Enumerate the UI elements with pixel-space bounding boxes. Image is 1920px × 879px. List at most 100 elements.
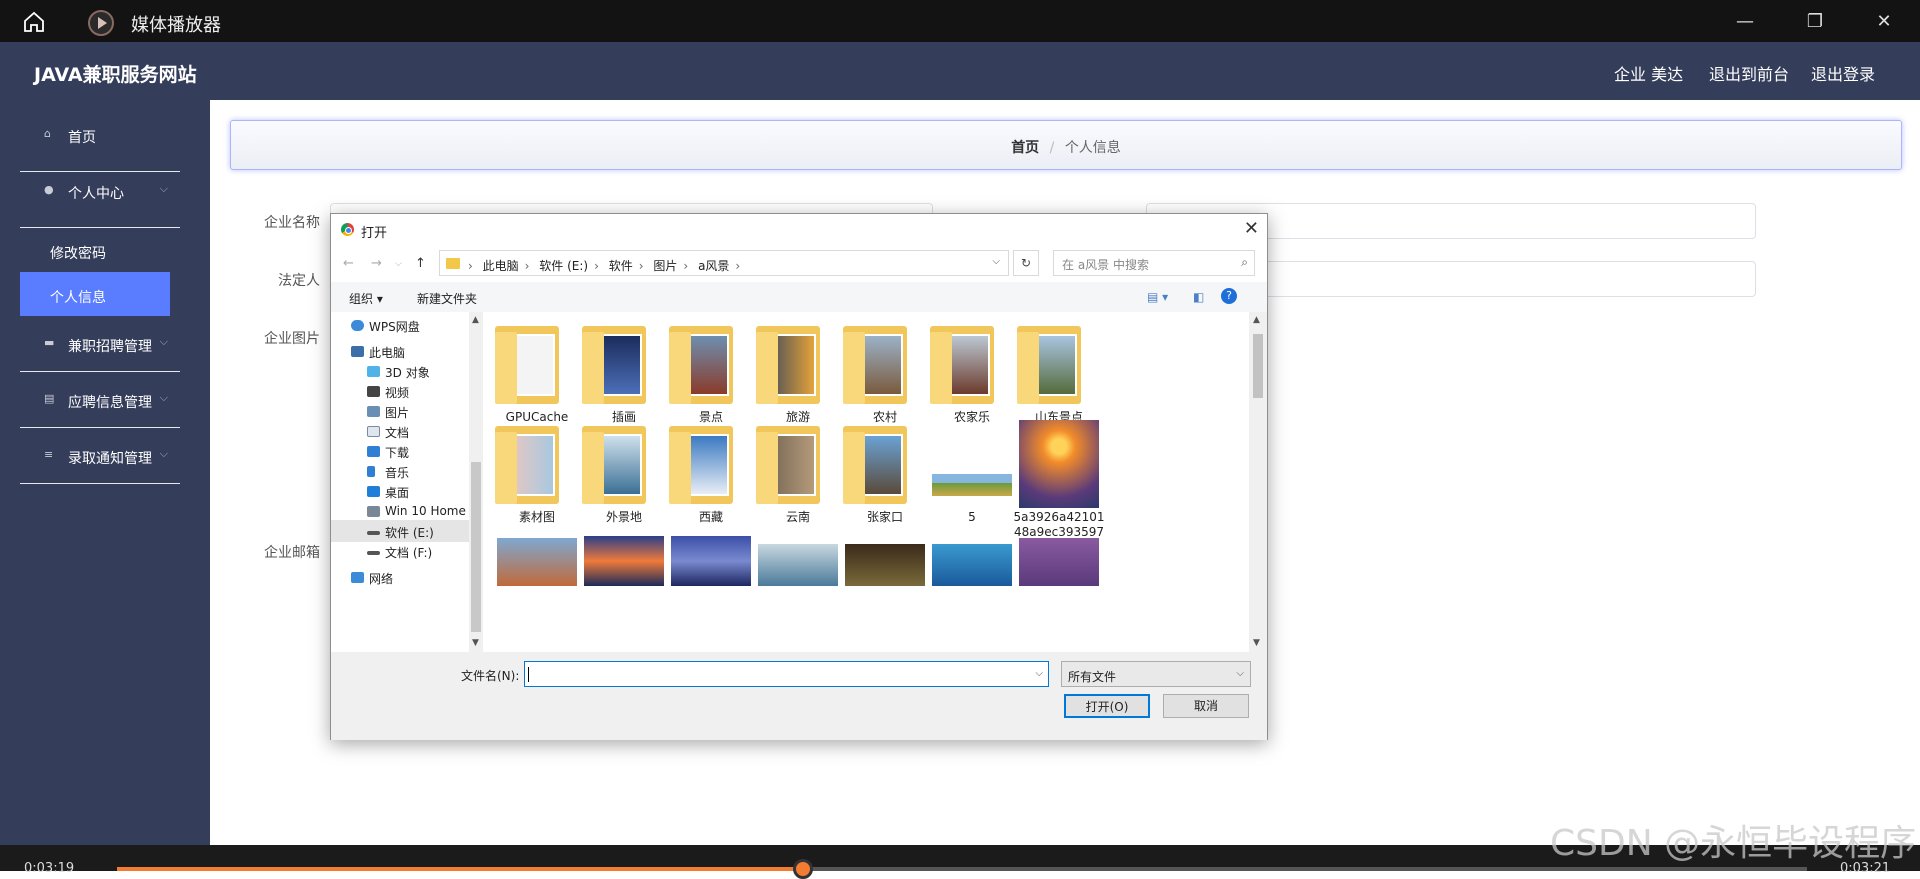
home-icon[interactable] [22,10,46,34]
preview-pane-icon[interactable]: ◧ [1193,290,1204,304]
picture-icon [367,406,380,417]
company-name-label: 企业名称 [264,215,320,231]
tree-item-label: 音乐 [385,466,410,480]
progress-handle[interactable] [793,859,814,879]
chevron-down-icon[interactable]: ⌵ [992,256,1000,267]
help-icon[interactable]: ? [1221,288,1237,304]
search-icon: ⌕ [1241,255,1248,269]
tree-item-videos[interactable]: 视频 [331,380,469,402]
tree-item-drive-e[interactable]: 软件 (E:) [331,520,469,542]
recent-locations-icon[interactable]: ⌵ [395,259,402,269]
sidebar-item-job-management[interactable]: ▬ 兼职招聘管理 ⌵ [20,317,180,372]
tree-item-music[interactable]: 音乐 [331,460,469,482]
image-thumbnail[interactable] [497,538,577,586]
forward-arrow-icon[interactable]: → [371,256,382,271]
scroll-up-icon[interactable]: ▲ [472,315,479,325]
cancel-button[interactable]: 取消 [1163,694,1249,718]
tree-item-network[interactable]: 网络 [331,566,469,588]
file-item[interactable]: 西藏 [663,416,759,534]
new-folder-button[interactable]: 新建文件夹 [417,290,477,307]
file-item[interactable]: 5 [924,416,1020,534]
file-item[interactable]: 素材图 [489,416,585,534]
scroll-down-icon[interactable]: ▼ [1253,638,1260,648]
breadcrumb-current: 个人信息 [1064,140,1121,156]
tree-item-wps-cloud[interactable]: WPS网盘 [331,314,469,336]
logout-link[interactable]: 退出登录 [1811,61,1875,85]
tree-item-this-pc[interactable]: 此电脑 [331,340,469,362]
media-player-logo-icon [88,10,114,36]
file-item[interactable]: 外景地 [576,416,672,534]
filename-input[interactable]: ⌵ [524,661,1049,687]
progress-track[interactable] [117,859,1807,879]
scrollbar-thumb[interactable] [471,462,481,632]
search-placeholder: 在 a风景 中搜索 [1062,258,1149,272]
tree-scrollbar[interactable]: ▲ ▼ [469,312,483,652]
close-icon[interactable]: ✕ [1874,12,1894,32]
address-segment[interactable]: 图片 [653,259,677,273]
close-icon[interactable]: ✕ [1244,218,1259,239]
image-thumbnail[interactable] [671,536,751,586]
briefcase-icon: ▬ [44,336,55,349]
tree-item-3d-objects[interactable]: 3D 对象 [331,360,469,382]
back-arrow-icon[interactable]: ← [343,256,354,271]
minimize-icon[interactable]: — [1735,12,1755,32]
dialog-titlebar: 打开 ✕ [331,214,1267,244]
tree-item-desktop[interactable]: 桌面 [331,480,469,502]
sidebar: ⌂ 首页 ● 个人中心 ⌵ 修改密码 个人信息 ▬ 兼职招聘管理 ⌵ ▤ 应聘信… [0,100,210,845]
scroll-up-icon[interactable]: ▲ [1253,315,1260,325]
clipboard-icon: ▤ [44,392,55,405]
sidebar-item-application-management[interactable]: ▤ 应聘信息管理 ⌵ [20,373,180,428]
file-item[interactable]: 张家口 [837,416,933,534]
sidebar-subitem-personal-info[interactable]: 个人信息 [20,272,170,316]
file-name: 张家口 [866,510,903,524]
scrollbar-thumb[interactable] [1253,334,1263,398]
site-logo: JAVA兼职服务网站 [34,64,197,86]
image-thumbnail [1019,420,1099,508]
breadcrumb: 首页 / 个人信息 [230,120,1902,170]
image-thumbnail[interactable] [932,544,1012,586]
up-arrow-icon[interactable]: ↑ [415,256,426,271]
image-thumbnail[interactable] [758,544,838,586]
download-icon [367,446,380,457]
file-grid-scrollbar[interactable]: ▲ ▼ [1249,312,1267,652]
sidebar-subitem-change-password[interactable]: 修改密码 [20,228,170,272]
media-player-title: 媒体播放器 [131,15,221,36]
image-thumbnail[interactable] [845,544,925,586]
filetype-select[interactable]: 所有文件 ⌵ [1061,661,1251,687]
tree-item-downloads[interactable]: 下载 [331,440,469,462]
address-segment[interactable]: a风景 [698,259,729,273]
tree-item-label: 文档 [385,426,410,440]
tree-item-documents[interactable]: 文档 [331,420,469,442]
file-item[interactable]: 云南 [750,416,846,534]
address-segment[interactable]: 此电脑 [483,259,519,273]
tree-item-drive-f[interactable]: 文档 (F:) [331,540,469,562]
folder-icon [756,326,820,404]
user-name-link[interactable]: 企业 美达 [1614,61,1683,85]
search-input[interactable]: 在 a风景 中搜索 ⌕ [1053,250,1255,276]
scroll-down-icon[interactable]: ▼ [472,638,479,648]
image-thumbnail[interactable] [1019,538,1099,586]
home-icon: ⌂ [44,127,51,140]
sidebar-item-home[interactable]: ⌂ 首页 [20,108,180,163]
back-to-frontend-link[interactable]: 退出到前台 [1709,61,1789,85]
music-icon [367,466,375,477]
refresh-button[interactable]: ↻ [1013,250,1039,276]
open-button[interactable]: 打开(O) [1064,694,1150,718]
address-segment[interactable]: 软件 (E:) [539,259,588,273]
restore-icon[interactable]: ❐ [1805,12,1825,32]
address-bar[interactable]: › 此电脑 › 软件 (E:) › 软件 › 图片 › a风景 › ⌵ [439,250,1009,276]
file-item[interactable]: 5a3926a4210148a9ec393597627bc2ff [1011,416,1107,554]
tree-item-drive-c[interactable]: Win 10 Home [331,500,469,522]
file-name: 云南 [785,510,810,524]
view-mode-icon[interactable]: ▤ ▾ [1147,290,1168,304]
chevron-down-icon[interactable]: ⌵ [1035,668,1043,679]
sidebar-item-admission-management[interactable]: ≡ 录取通知管理 ⌵ [20,429,180,484]
sidebar-item-personal-center[interactable]: ● 个人中心 ⌵ [20,164,180,219]
image-thumbnail[interactable] [584,536,664,586]
address-segment[interactable]: 软件 [609,259,633,273]
breadcrumb-separator: / [1049,140,1055,156]
breadcrumb-home[interactable]: 首页 [1011,140,1039,156]
filetype-value: 所有文件 [1068,670,1117,684]
tree-item-pictures[interactable]: 图片 [331,400,469,422]
organize-button[interactable]: 组织 ▾ [349,290,383,307]
